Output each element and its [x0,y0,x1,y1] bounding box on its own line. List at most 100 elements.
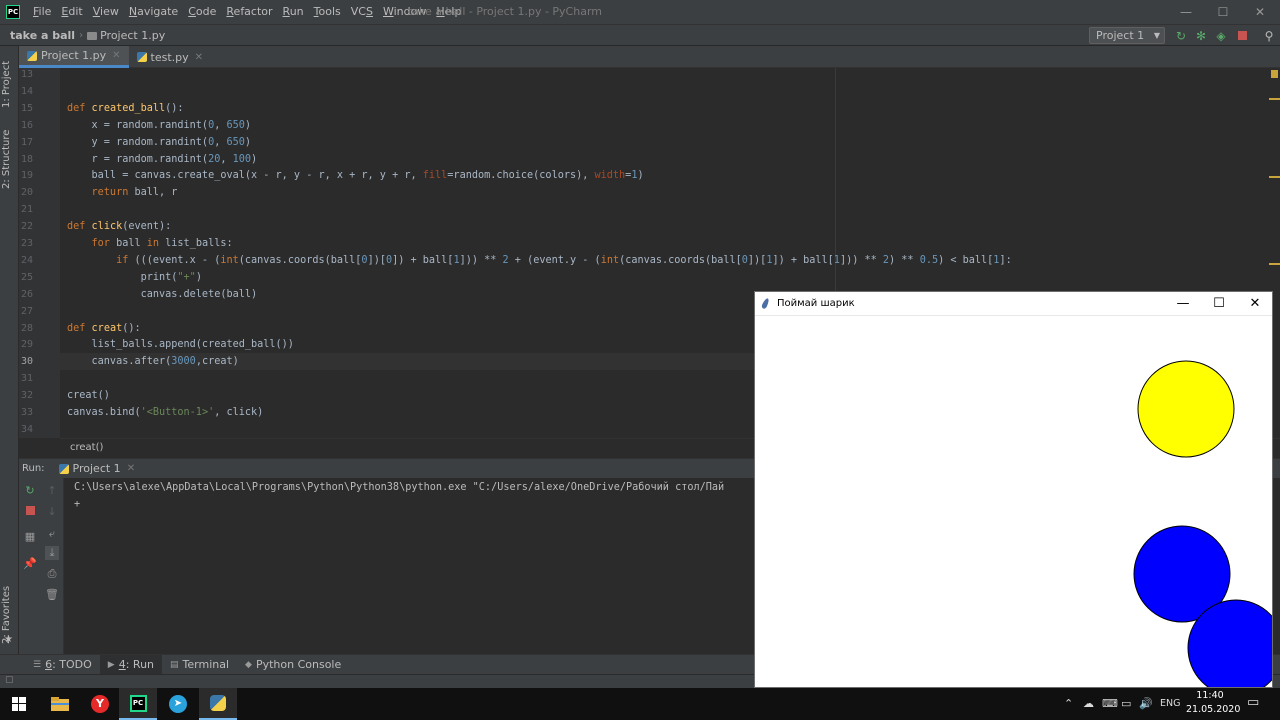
code-line: def click(event): [67,221,171,232]
chevron-up-icon[interactable]: ⌃ [1064,697,1073,710]
menu-item[interactable]: Edit [56,0,87,24]
tk-close-button[interactable]: ✕ [1237,292,1272,315]
line-number: 28 [20,322,33,334]
bottom-tool-tab[interactable]: ▤ Terminal [162,658,237,671]
close-run-tab-icon[interactable]: ✕ [127,463,135,474]
tab-project-1-py[interactable]: Project 1.py ✕ [19,46,129,68]
trash-icon[interactable]: 🗑 [45,588,59,602]
stop-icon[interactable] [1235,29,1249,43]
pin-icon[interactable]: 📌 [23,557,37,571]
pycharm-app[interactable]: PC [119,688,157,720]
code-line: canvas.delete(ball) [67,289,258,300]
bottom-tool-tab[interactable]: ▶ 4: Run [99,654,163,675]
close-tab-icon[interactable]: ✕ [195,52,203,63]
input-language[interactable]: ENG [1160,698,1180,709]
menu-item[interactable]: Code [183,0,221,24]
debug-icon[interactable]: ✻ [1194,29,1208,43]
menu-item[interactable]: View [88,0,124,24]
arrow-up-icon[interactable]: ↑ [45,484,59,498]
system-clock[interactable]: 11:40 21.05.2020 [1186,689,1240,717]
menu-item[interactable]: VCS [346,0,378,24]
tk-maximize-button[interactable]: ☐ [1201,292,1237,315]
search-icon[interactable]: ⚲ [1262,29,1276,43]
code-line: canvas.bind('<Button-1>', click) [67,407,263,418]
layout-icon[interactable]: ▦ [23,530,37,544]
python-app[interactable] [199,688,237,720]
code-token: , [220,153,233,165]
bottom-tool-tab[interactable]: ☰ 6: TODO [25,658,100,671]
left-tool-strip: 1: Project 2: Structure 2: Favorites ★ [0,46,19,656]
arrow-down-icon[interactable]: ↓ [45,505,59,519]
ball[interactable] [1137,360,1235,458]
breadcrumb-file[interactable]: Project 1.py [83,29,169,42]
print-icon[interactable]: ⎙ [45,567,59,581]
cloud-icon[interactable]: ☁ [1083,697,1094,710]
code-token: (canvas.coords(ball[ [619,254,742,266]
scroll-to-end-icon[interactable]: ⤓ [45,546,59,560]
project-tool-tab[interactable]: 1: Project [1,54,17,114]
line-number: 19 [20,170,33,182]
code-token: return [67,187,135,199]
run-tab[interactable]: Project 1 ✕ [58,462,135,475]
menu-item[interactable]: Run [278,0,309,24]
rerun-icon[interactable]: ↻ [1174,29,1188,43]
coverage-icon[interactable]: ◈ [1214,29,1228,43]
menu-item[interactable]: Tools [309,0,346,24]
menu-item[interactable]: Navigate [124,0,183,24]
line-number: 29 [20,339,33,351]
soft-wrap-icon[interactable]: ⤶ [45,527,59,541]
close-tab-icon[interactable]: ✕ [112,50,120,61]
structure-tool-tab[interactable]: 2: Structure [1,124,17,194]
bottom-tool-tab[interactable]: ◆ Python Console [237,658,349,671]
rerun-icon[interactable]: ↻ [23,484,37,498]
tk-minimize-button[interactable]: — [1165,292,1201,315]
code-token: 650 [226,136,245,148]
code-token: y = random.randint( [67,136,209,148]
menu-item[interactable]: Refactor [221,0,277,24]
telegram-app[interactable]: ➤ [159,688,197,720]
volume-icon[interactable]: 🔊 [1139,697,1153,710]
breadcrumb-project[interactable]: take a ball [0,29,79,42]
clock-time: 11:40 [1196,690,1224,701]
menu-item-text: ools [318,5,341,18]
code-token: list_balls: [165,238,233,249]
line-number: 27 [20,305,33,317]
close-button[interactable]: ✕ [1242,0,1278,24]
tool-tab-label: Terminal [182,658,230,671]
error-stripe-mark[interactable] [1269,176,1280,178]
tk-window[interactable]: Поймай шарик — ☐ ✕ [754,291,1273,688]
code-line: x = random.randint(0, 650) [67,120,252,131]
code-breadcrumb[interactable]: creat() [70,442,103,453]
chevron-down-icon: ▼ [1153,31,1160,40]
status-toggle-icon[interactable]: ▢ [5,675,14,685]
line-number: 16 [20,119,33,131]
stop-icon[interactable] [23,505,37,519]
run-config-dropdown[interactable]: Project 1 ▼ [1089,27,1165,44]
tk-titlebar[interactable]: Поймай шарик — ☐ ✕ [755,292,1272,316]
yandex-browser-app[interactable]: Y [81,688,119,720]
language-bar-icon[interactable]: ⌨ [1102,697,1118,710]
code-line: list_balls.append(created_ball()) [67,339,294,350]
maximize-button[interactable]: ☐ [1205,0,1241,24]
error-stripe-mark[interactable] [1269,263,1280,265]
tk-window-title: Поймай шарик [777,298,855,309]
file-explorer-app[interactable] [41,688,79,720]
notification-icon[interactable]: ▭ [1247,695,1259,710]
code-token: in [146,238,166,249]
minimize-button[interactable]: — [1168,0,1204,24]
console-line: C:\Users\alexe\AppData\Local\Programs\Py… [74,482,725,493]
editor-tab-bar: Project 1.py ✕ test.py ✕ [19,46,1280,68]
tool-tab-number: 6 [45,658,53,671]
line-number: 17 [20,136,33,148]
code-token: ) [637,170,644,182]
file-icon [87,31,98,40]
menu-item[interactable]: File [28,0,56,24]
start-button[interactable] [0,688,38,720]
warning-indicator[interactable] [1271,70,1278,78]
error-stripe-mark[interactable] [1269,98,1280,100]
run-toolbar-secondary: ↑ ↓ ⤶ ⤓ ⎙ 🗑 [41,478,64,654]
tk-canvas[interactable] [755,316,1273,688]
battery-icon[interactable]: ▭ [1121,697,1131,710]
tab-test-py[interactable]: test.py ✕ [129,46,212,68]
code-token: ) [244,136,252,148]
